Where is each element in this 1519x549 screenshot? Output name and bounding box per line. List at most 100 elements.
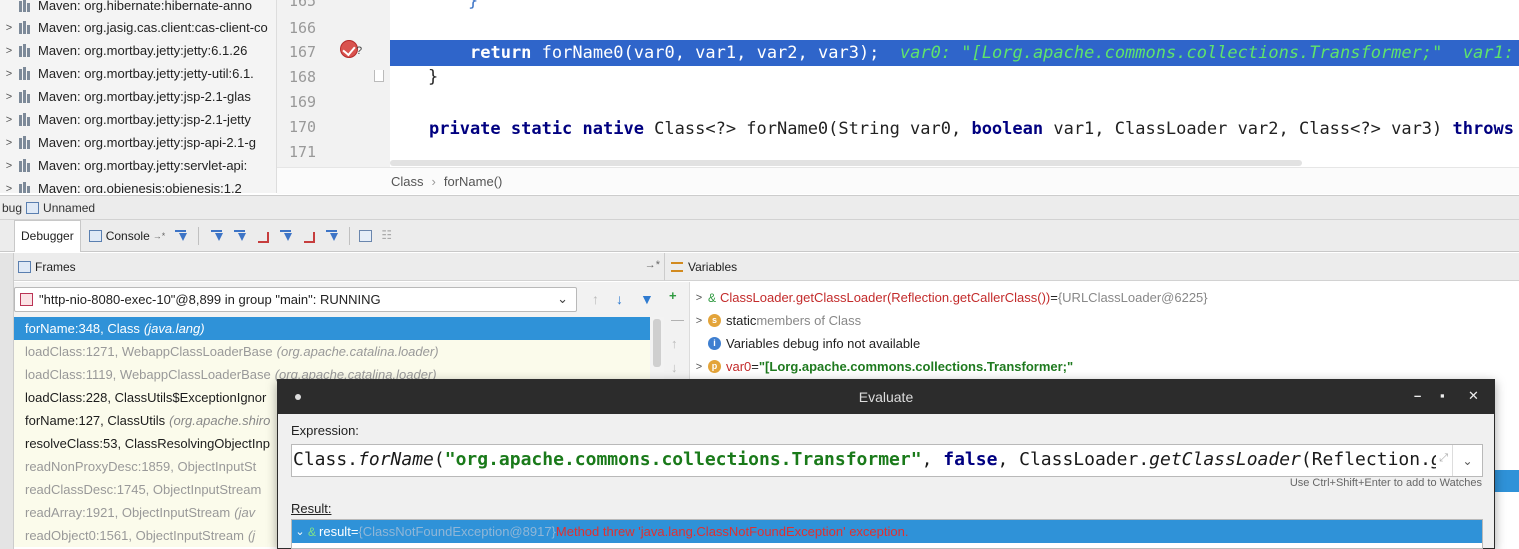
variable-row[interactable]: > & ClassLoader.getClassLoader(Reflectio…: [690, 286, 1208, 309]
step-out-icon[interactable]: [277, 228, 294, 244]
editor-gutter[interactable]: 165 166 167 168 169 170 171: [277, 0, 390, 167]
tree-item[interactable]: > Maven: org.mortbay.jetty:jsp-api-2.1-g: [0, 131, 276, 154]
trace-icon[interactable]: ☷: [378, 228, 395, 244]
frame-method: readClassDesc:1745, ObjectInputStream: [25, 482, 262, 497]
chevron-right-icon[interactable]: >: [0, 137, 18, 149]
static-members-label: members of Class: [756, 313, 862, 328]
chevron-right-icon[interactable]: >: [0, 45, 18, 57]
tree-item[interactable]: > Maven: org.mortbay.jetty:jetty:6.1.26: [0, 39, 276, 62]
next-frame-icon[interactable]: ↓: [616, 291, 623, 307]
expression-input[interactable]: Class.forName("org.apache.commons.collec…: [291, 444, 1483, 477]
remove-watch-icon[interactable]: —: [671, 312, 684, 327]
tree-item[interactable]: > Maven: org.mortbay.jetty:jetty-util:6.1…: [0, 62, 276, 85]
tree-item[interactable]: > Maven: org.mortbay.jetty:servlet-api:: [0, 154, 276, 177]
chevron-right-icon[interactable]: >: [0, 22, 18, 34]
tab-console[interactable]: Console →*: [81, 220, 170, 252]
maximize-icon[interactable]: ▪: [1440, 388, 1445, 403]
static-label: static: [726, 313, 757, 328]
history-dropdown-chevron-icon[interactable]: ⌄: [1452, 445, 1482, 476]
breadcrumb: Class › forName(): [277, 167, 1519, 194]
chevron-right-icon[interactable]: >: [690, 361, 708, 373]
chevron-right-icon[interactable]: >: [0, 183, 18, 194]
line-number: 167: [289, 43, 317, 61]
tree-item-label: Maven: org.mortbay.jetty:jsp-2.1-jetty: [38, 112, 251, 127]
run-to-cursor-icon[interactable]: [323, 228, 340, 244]
step-into-icon[interactable]: [231, 228, 248, 244]
debug-toolbar: Debugger Console →* ☷: [0, 219, 1519, 252]
tab-debugger[interactable]: Debugger: [14, 219, 81, 252]
evaluate-expression-icon[interactable]: [359, 229, 373, 242]
frame-method: loadClass:228, ClassUtils$ExceptionIgnor: [25, 390, 267, 405]
frame-row[interactable]: forName:348, Class (java.lang): [14, 317, 650, 340]
chevron-down-icon[interactable]: ⌄: [292, 525, 308, 538]
breadcrumb-class[interactable]: Class: [391, 174, 424, 189]
force-step-into-icon[interactable]: [254, 228, 271, 244]
thread-select[interactable]: "http-nio-8080-exec-10"@8,899 in group "…: [14, 287, 577, 312]
drop-frame-icon[interactable]: [300, 228, 317, 244]
tree-item[interactable]: > Maven: org.objenesis:objenesis:1.2: [0, 177, 276, 194]
variable-row[interactable]: > s static members of Class: [690, 309, 861, 332]
tree-item[interactable]: > Maven: org.mortbay.jetty:jsp-2.1-jetty: [0, 108, 276, 131]
line-number: 165: [289, 0, 317, 10]
new-watch-icon[interactable]: +: [669, 288, 677, 303]
chevron-right-icon[interactable]: >: [0, 68, 18, 80]
breakpoint-unverified-mark: ?: [356, 45, 363, 57]
run-config-icon: [26, 201, 40, 214]
breadcrumb-method[interactable]: forName(): [444, 174, 503, 189]
frame-row[interactable]: loadClass:1271, WebappClassLoaderBase (or…: [14, 340, 650, 363]
expression-text[interactable]: Class.forName("org.apache.commons.collec…: [293, 449, 1436, 470]
tree-item-label: Maven: org.mortbay.jetty:jetty:6.1.26: [38, 43, 248, 58]
window-menu-icon[interactable]: [295, 394, 301, 400]
frames-title: Frames: [35, 259, 76, 274]
previous-frame-icon[interactable]: ↑: [592, 291, 599, 307]
pin-tab-icon[interactable]: →*: [153, 231, 166, 241]
evaluate-titlebar[interactable]: Evaluate – ▪ ✕: [278, 380, 1494, 414]
library-icon: [18, 21, 33, 34]
pin-icon[interactable]: →*: [645, 259, 660, 271]
library-icon: [18, 182, 33, 193]
chevron-right-icon[interactable]: >: [690, 315, 708, 327]
close-icon[interactable]: ✕: [1468, 388, 1479, 404]
step-over-icon[interactable]: [208, 228, 225, 244]
watch-icon: &: [308, 524, 317, 539]
variables-title: Variables: [688, 259, 738, 274]
run-config-tab[interactable]: Unnamed: [43, 201, 95, 215]
frame-package: (org.apache.shiro: [169, 413, 271, 428]
expand-icon[interactable]: ⤢: [1439, 452, 1448, 465]
result-row[interactable]: ⌄ & result = {ClassNotFoundException@891…: [292, 520, 1482, 543]
minimize-icon[interactable]: –: [1414, 388, 1421, 403]
result-object-id: {ClassNotFoundException@8917}: [358, 524, 556, 539]
frames-scrollbar-thumb[interactable]: [653, 319, 661, 367]
library-icon: [18, 159, 33, 172]
library-icon: [18, 90, 33, 103]
move-up-icon[interactable]: ↑: [671, 336, 678, 351]
thread-select-value: "http-nio-8080-exec-10"@8,899 in group "…: [39, 292, 381, 307]
fold-icon[interactable]: [374, 70, 384, 82]
code-text: }: [428, 67, 439, 87]
chevron-right-icon[interactable]: >: [690, 292, 708, 304]
evaluate-title: Evaluate: [858, 389, 914, 405]
chevron-right-icon[interactable]: >: [0, 114, 18, 126]
tree-item[interactable]: Maven: org.hibernate:hibernate-anno: [0, 0, 276, 17]
tree-item[interactable]: > Maven: org.mortbay.jetty:jsp-2.1-glas: [0, 85, 276, 108]
variable-row[interactable]: > p var0 = "[Lorg.apache.commons.collect…: [690, 355, 1073, 378]
move-down-icon[interactable]: ↓: [671, 360, 678, 375]
chevron-right-icon[interactable]: >: [0, 91, 18, 103]
code-editor[interactable]: } return forName0(var0, var1, var2, var3…: [390, 0, 1519, 167]
info-message: Variables debug info not available: [726, 336, 921, 351]
project-tree: Maven: org.hibernate:hibernate-anno > Mav…: [0, 0, 277, 193]
editor-horizontal-scrollbar[interactable]: [390, 160, 1302, 166]
chevron-down-icon[interactable]: ⌄: [557, 291, 568, 307]
tree-item[interactable]: > Maven: org.jasig.cas.client:cas-client-…: [0, 16, 276, 39]
tree-item-label: Maven: org.objenesis:objenesis:1.2: [38, 181, 242, 193]
parameter-icon: p: [708, 360, 721, 373]
code-line-167: return forName0(var0, var1, var2, var3);…: [390, 40, 1519, 66]
filter-icon[interactable]: ▼: [640, 291, 654, 307]
tree-item-label: Maven: org.mortbay.jetty:jsp-2.1-glas: [38, 89, 251, 104]
show-execution-point-icon[interactable]: [172, 228, 189, 244]
code-line-165: }: [468, 0, 479, 11]
result-exception-message: Method threw 'java.lang.ClassNotFoundExc…: [555, 524, 909, 539]
chevron-right-icon[interactable]: >: [0, 160, 18, 172]
library-icon: [18, 113, 33, 126]
inline-debug-values: var0: "[Lorg.apache.commons.collections.…: [879, 43, 1519, 63]
